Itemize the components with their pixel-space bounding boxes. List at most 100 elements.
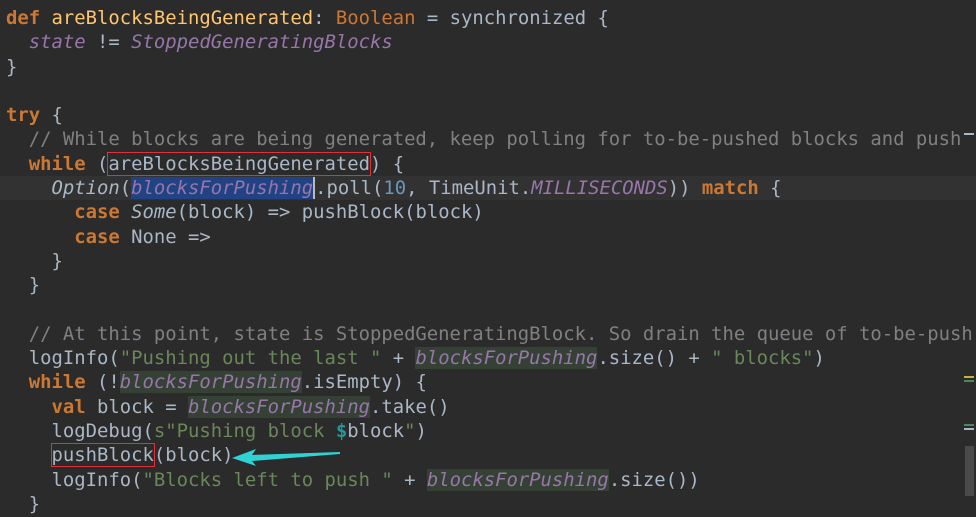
- token-code-text: .poll(: [315, 177, 384, 200]
- token-field-occurrence: blocksForPushing: [119, 371, 302, 394]
- token-code-text: .take(): [369, 395, 450, 418]
- code-line[interactable]: def areBlocksBeingGenerated: Boolean = s…: [6, 6, 976, 30]
- token-code-text: [6, 153, 29, 175]
- code-line[interactable]: state != StoppedGeneratingBlocks: [6, 30, 976, 54]
- token-code-text: (: [85, 152, 109, 175]
- token-code-text: None =>: [119, 225, 211, 248]
- token-code-text: [6, 201, 74, 223]
- token-code-text: +: [392, 468, 427, 491]
- token-keyword: while: [28, 371, 86, 394]
- token-code-text: (!: [85, 371, 120, 394]
- token-string: ": [404, 420, 416, 443]
- gutter-mark[interactable]: [964, 379, 974, 382]
- code-line[interactable]: [6, 298, 976, 322]
- token-field-occurrence: blocksForPushing: [415, 347, 598, 370]
- code-line[interactable]: logInfo("Pushing out the last " + blocks…: [6, 346, 976, 370]
- token-code-text: .size()): [608, 468, 700, 491]
- code-line[interactable]: }: [6, 55, 976, 79]
- token-code-text: +: [381, 347, 416, 370]
- token-field-occurrence: blocksForPushing: [187, 395, 370, 418]
- code-line[interactable]: // At this point, state is StoppedGenera…: [6, 322, 976, 346]
- token-code-text: }: [6, 274, 41, 297]
- code-line[interactable]: case Some(block) => pushBlock(block): [6, 200, 976, 224]
- gutter-mark[interactable]: [964, 375, 974, 378]
- token-code-text: }: [6, 55, 18, 78]
- token-code-text: logDebug(: [6, 420, 154, 443]
- token-code-text: ): [813, 347, 825, 370]
- token-keyword: while: [28, 152, 86, 175]
- token-code-text: [120, 201, 131, 223]
- code-line[interactable]: }: [6, 249, 976, 273]
- error-stripe-gutter[interactable]: [962, 0, 976, 517]
- token-code-text: [6, 226, 74, 248]
- token-keyword: case: [74, 201, 120, 224]
- token-code-text: [6, 177, 52, 199]
- token-code-text: [6, 396, 52, 418]
- code-line[interactable]: }: [6, 273, 976, 297]
- token-code-text: ) {: [369, 152, 405, 175]
- code-line[interactable]: case None =>: [6, 225, 976, 249]
- token-keyword: val: [51, 395, 86, 418]
- token-code-text: (block) => pushBlock(block): [176, 201, 484, 224]
- token-type: Boolean: [335, 7, 416, 29]
- token-code-text: block: [347, 420, 405, 443]
- token-code-text: .isEmpty) {: [301, 371, 427, 394]
- token-class-name: Option: [51, 177, 120, 200]
- code-line[interactable]: while (areBlocksBeingGenerated) {: [6, 151, 976, 176]
- token-code-text: [6, 128, 29, 150]
- code-line[interactable]: // While blocks are being generated, kee…: [6, 127, 976, 151]
- token-selected-text: blocksForPushing: [131, 177, 316, 200]
- token-field: MILLISECONDS: [531, 177, 668, 200]
- code-line[interactable]: Option(blocksForPushing .poll(10, TimeUni…: [0, 176, 976, 201]
- token-field: state: [28, 31, 86, 54]
- token-string: " blocks": [711, 347, 814, 370]
- gutter-mark[interactable]: [964, 424, 974, 427]
- token-comment: // While blocks are being generated, kee…: [28, 128, 962, 151]
- token-code-text: logInfo(: [6, 468, 143, 491]
- code-line[interactable]: pushBlock(block): [6, 443, 976, 468]
- token-code-text: :: [313, 7, 336, 29]
- token-field-occurrence: blocksForPushing: [426, 468, 609, 491]
- code-line[interactable]: while (!blocksForPushing.isEmpty) {: [6, 370, 976, 394]
- token-code-text: logInfo(: [6, 347, 120, 370]
- token-interpolation: $: [335, 420, 348, 443]
- token-code-text: = synchronized {: [415, 7, 609, 29]
- token-code-text: (: [119, 177, 132, 200]
- token-function-name: areBlocksBeingGenerated: [51, 7, 314, 29]
- token-code-text: {: [758, 177, 782, 200]
- token-comment: // At this point, state is StoppedGenera…: [28, 322, 973, 345]
- token-code-text: [6, 31, 29, 53]
- code-line[interactable]: }: [6, 492, 976, 516]
- token-code-text: )): [667, 177, 702, 200]
- scrollbar-thumb[interactable]: [965, 446, 974, 496]
- gutter-mark[interactable]: [964, 428, 974, 431]
- token-code-text: !=: [85, 31, 132, 54]
- token-keyword: case: [74, 225, 120, 248]
- code-line[interactable]: try {: [6, 103, 976, 127]
- code-line[interactable]: logInfo("Blocks left to push " + blocksF…: [6, 468, 976, 492]
- token-keyword: try: [6, 104, 41, 127]
- token-code-text: [40, 7, 51, 29]
- token-code-text: [6, 323, 29, 345]
- token-code-text: [6, 444, 52, 466]
- code-line[interactable]: val block = blocksForPushing.take(): [6, 395, 976, 419]
- gutter-mark[interactable]: [964, 132, 974, 135]
- token-code-text: , TimeUnit.: [406, 177, 532, 200]
- token-highlighted-annotation: areBlocksBeingGenerated: [107, 151, 371, 176]
- token-string: s"Pushing block: [153, 420, 336, 443]
- token-code-text: }: [6, 249, 63, 272]
- code-line[interactable]: logDebug(s"Pushing block $block"): [6, 419, 976, 443]
- token-keyword: match: [701, 177, 759, 200]
- token-code-text: }: [6, 492, 41, 515]
- token-code-text: ): [415, 420, 427, 443]
- token-code-text: block =: [85, 395, 188, 418]
- code-editor[interactable]: def areBlocksBeingGenerated: Boolean = s…: [0, 6, 976, 516]
- token-string: "Blocks left to push ": [142, 468, 393, 491]
- code-line[interactable]: [6, 79, 976, 103]
- token-number: 10: [383, 177, 407, 200]
- token-code-text: [6, 371, 29, 393]
- token-code-text: {: [40, 104, 63, 127]
- token-string: "Pushing out the last ": [119, 347, 382, 370]
- annotation-arrow: [232, 449, 340, 466]
- token-highlighted-annotation: pushBlock: [50, 443, 155, 468]
